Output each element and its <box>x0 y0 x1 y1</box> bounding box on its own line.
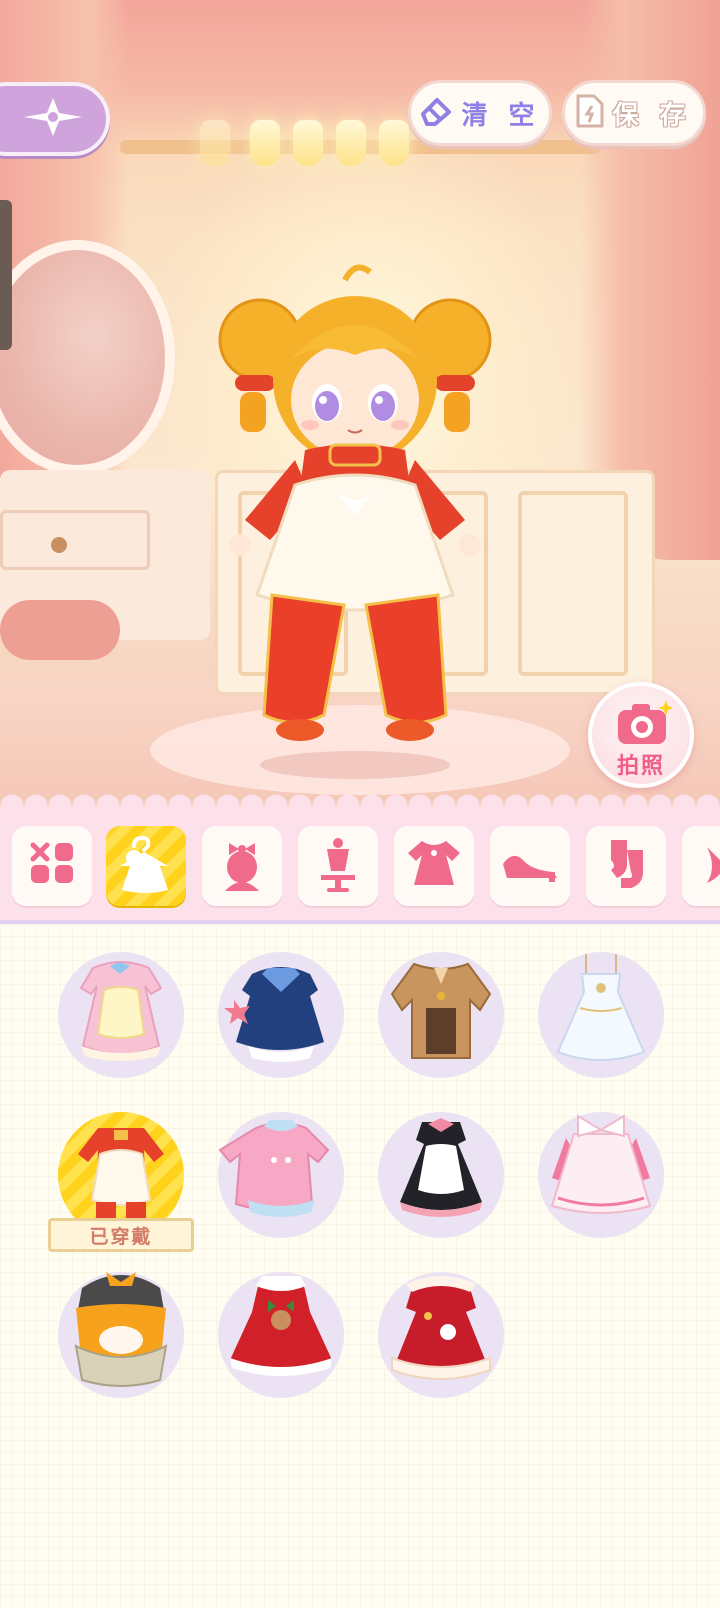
pink-pajama-icon <box>218 1120 330 1217</box>
stool <box>0 600 120 660</box>
lamp <box>379 120 409 166</box>
lamp <box>250 120 280 166</box>
save-label: 保 存 <box>612 100 692 131</box>
character-figure <box>218 264 492 779</box>
red-christmas-dress-icon <box>230 1276 332 1376</box>
dress-up-screen: ? 清 空 保 存 拍照 <box>0 0 720 1608</box>
grid-icon <box>27 839 77 893</box>
outfit-item[interactable] <box>378 952 504 1078</box>
back-button[interactable] <box>0 82 110 156</box>
pink-apron-dress-icon <box>79 961 163 1061</box>
category-tab-outfit[interactable] <box>106 826 186 906</box>
lamp <box>336 120 366 166</box>
outfit-item[interactable] <box>538 1112 664 1238</box>
sparkle-star-icon <box>24 98 82 140</box>
clear-button[interactable]: 清 空 <box>408 80 552 146</box>
outfit-item[interactable] <box>378 1272 504 1398</box>
category-tab-headwear[interactable] <box>202 826 282 906</box>
outfit-item[interactable] <box>218 1112 344 1238</box>
brown-trench-coat-icon <box>390 962 492 1059</box>
mannequin-icon <box>313 835 363 897</box>
outfit-item[interactable] <box>218 952 344 1078</box>
cabinet-panel <box>518 491 628 676</box>
lamp <box>200 120 230 166</box>
clear-label: 清 空 <box>461 100 541 131</box>
category-tab-socks[interactable] <box>586 826 666 906</box>
worn-badge: 已穿戴 <box>48 1218 194 1252</box>
worn-label: 已穿戴 <box>89 1225 153 1248</box>
category-tab-all[interactable] <box>12 826 92 906</box>
photo-button[interactable]: 拍照 <box>588 682 694 788</box>
hanger-dress-icon <box>114 832 178 900</box>
lamp <box>293 120 323 166</box>
partial-icon <box>697 839 720 893</box>
socks-icon <box>601 836 651 896</box>
category-tab-accessory[interactable] <box>298 826 378 906</box>
outfit-item[interactable] <box>218 1272 344 1398</box>
eraser-icon <box>419 96 453 130</box>
scalloped-edge <box>0 794 720 818</box>
drawer-knob <box>51 537 67 553</box>
bow-bust-icon <box>217 835 267 897</box>
outfit-grid: 已穿戴 <box>0 924 720 1608</box>
outfit-item[interactable] <box>378 1112 504 1238</box>
vanity-drawer <box>0 510 150 570</box>
dress-icon <box>404 837 464 895</box>
photo-label: 拍照 <box>616 754 665 779</box>
category-bar <box>0 794 720 924</box>
black-maid-dress-icon <box>400 1118 482 1217</box>
camera-icon <box>616 700 674 750</box>
document-icon <box>576 94 604 132</box>
pink-bow-dress-icon <box>550 1114 652 1214</box>
orange-duck-outfit-icon <box>74 1272 168 1387</box>
save-button[interactable]: 保 存 <box>562 80 706 146</box>
side-tab[interactable] <box>0 200 12 350</box>
shoes-icon <box>499 844 561 888</box>
category-tab-more[interactable] <box>682 826 720 906</box>
navy-sailor-dress-icon <box>224 967 324 1062</box>
outfit-item[interactable] <box>58 952 184 1078</box>
outfit-item[interactable] <box>538 952 664 1078</box>
category-tab-dress[interactable] <box>394 826 474 906</box>
character-avatar[interactable] <box>210 260 500 780</box>
outfit-item[interactable] <box>58 1272 184 1398</box>
white-gown-icon <box>556 954 646 1061</box>
red-lunar-dress-icon <box>391 1276 491 1380</box>
category-tab-shoes[interactable] <box>490 826 570 906</box>
vanity-mirror <box>0 240 175 475</box>
outfit-item-worn[interactable]: 已穿戴 <box>48 1112 194 1252</box>
